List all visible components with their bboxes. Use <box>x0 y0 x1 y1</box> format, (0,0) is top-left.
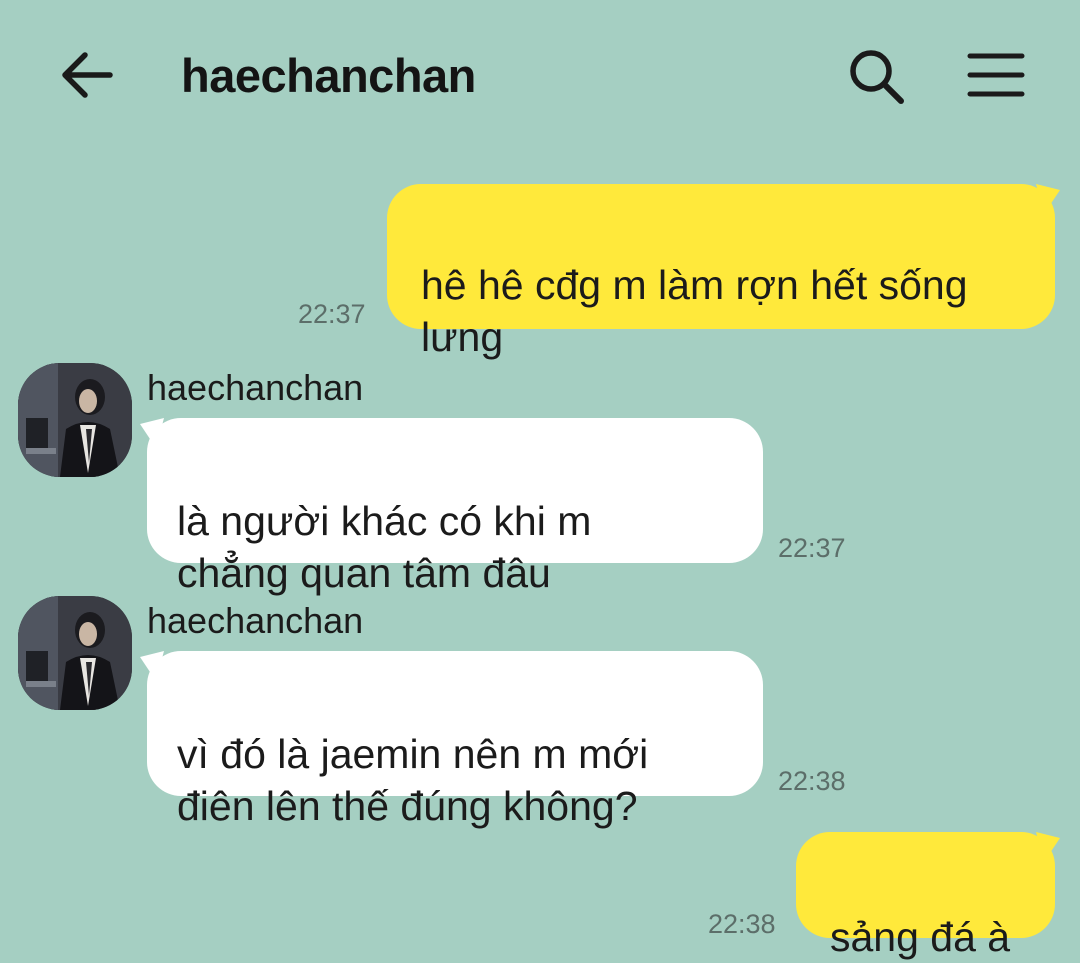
message-time: 22:38 <box>708 909 776 939</box>
sender-name: haechanchan <box>147 600 364 641</box>
message-bubble[interactable]: là người khác có khi m chẳng quan tâm đâ… <box>147 418 763 596</box>
hamburger-menu-icon <box>967 53 1025 97</box>
back-button[interactable] <box>58 48 116 102</box>
message-time: 22:37 <box>298 299 366 329</box>
message-bubble[interactable]: hê hê cđg m làm rợn hết sống lưng <box>387 184 1055 360</box>
message-time: 22:38 <box>778 766 846 796</box>
message-text: sảng đá à <box>830 914 1011 960</box>
message-text: là người khác có khi m chẳng quan tâm đâ… <box>177 498 592 596</box>
message-text: hê hê cđg m làm rợn hết sống lưng <box>421 262 968 360</box>
bubble-tail <box>1036 832 1060 862</box>
avatar[interactable] <box>18 363 132 477</box>
chat-header: haechanchan <box>0 0 1080 150</box>
avatar-photo <box>18 363 132 477</box>
search-button[interactable] <box>846 46 906 106</box>
message-bubble[interactable]: vì đó là jaemin nên m mới điên lên thế đ… <box>147 651 763 829</box>
chat-title: haechanchan <box>181 49 476 102</box>
avatar[interactable] <box>18 596 132 710</box>
message-time: 22:37 <box>778 533 846 563</box>
avatar-photo <box>18 596 132 710</box>
bubble-tail <box>1036 184 1060 214</box>
menu-button[interactable] <box>966 50 1026 100</box>
arrow-left-icon <box>62 52 113 98</box>
message-bubble[interactable]: sảng đá à <box>796 832 1055 960</box>
search-icon <box>850 50 904 104</box>
sender-name: haechanchan <box>147 367 364 408</box>
message-text: vì đó là jaemin nên m mới điên lên thế đ… <box>177 731 649 829</box>
